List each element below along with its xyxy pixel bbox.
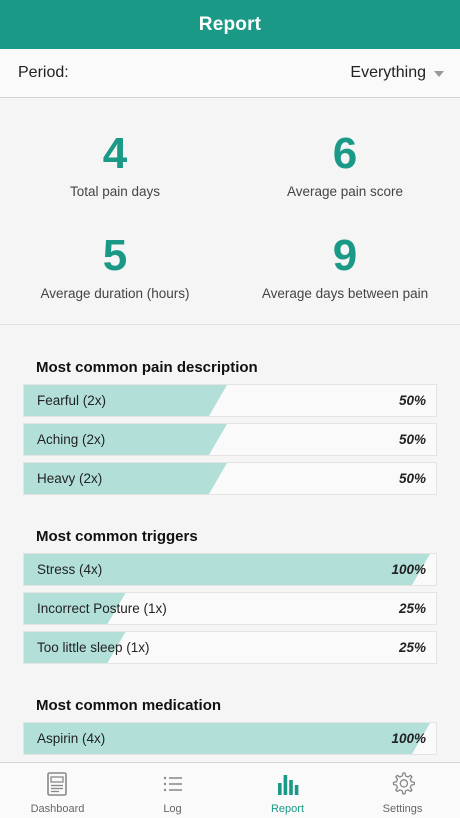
- stat-value: 6: [332, 129, 358, 178]
- stat-caption: Total pain days: [69, 184, 161, 199]
- stat-average-days-between: 9 Average days between pain: [230, 231, 460, 302]
- nav-item-dashboard[interactable]: Dashboard: [0, 763, 115, 818]
- section-title-medication: Most common medication: [36, 697, 222, 714]
- dashboard-icon: [46, 772, 67, 796]
- bar-label: Stress (4x): [37, 562, 103, 577]
- section-title-pain-description: Most common pain description: [36, 359, 258, 376]
- bar-chart-icon: [277, 775, 298, 795]
- stat-caption: Average pain score: [286, 184, 404, 199]
- period-dropdown[interactable]: Everything: [350, 64, 444, 82]
- period-label: Period:: [18, 64, 69, 81]
- stat-value: 4: [102, 129, 128, 178]
- bar-row-trigger[interactable]: Stress (4x) 100%: [23, 553, 437, 586]
- stat-total-pain-days: 4 Total pain days: [0, 129, 230, 200]
- nav-item-settings[interactable]: Settings: [345, 763, 460, 818]
- bar-label: Too little sleep (1x): [37, 640, 150, 655]
- bar-percent: 50%: [398, 393, 426, 408]
- nav-label: Settings: [382, 803, 423, 815]
- bar-label: Fearful (2x): [37, 393, 107, 408]
- dropdown-caret-icon: [434, 71, 444, 77]
- bar-percent: 50%: [398, 471, 426, 486]
- bar-label: Aspirin (4x): [37, 731, 106, 746]
- summary-stats: 4 Total pain days 6 Average pain score 5…: [0, 98, 460, 325]
- bar-label: Aching (2x): [37, 432, 106, 447]
- bar-label: Heavy (2x): [37, 471, 103, 486]
- stat-value: 5: [102, 231, 128, 280]
- period-value: Everything: [350, 64, 426, 81]
- nav-item-report[interactable]: Report: [230, 763, 345, 818]
- nav-label: Dashboard: [30, 803, 85, 815]
- page-title: Report: [198, 13, 262, 35]
- bar-row-pain-description[interactable]: Aching (2x) 50%: [23, 423, 437, 456]
- gear-icon: [392, 772, 415, 795]
- stat-average-duration: 5 Average duration (hours): [0, 231, 230, 302]
- stat-average-pain-score: 6 Average pain score: [230, 129, 460, 200]
- stat-caption: Average duration (hours): [40, 286, 190, 301]
- bar-percent: 100%: [391, 562, 426, 577]
- bar-percent: 50%: [398, 432, 426, 447]
- bar-row-medication[interactable]: Aspirin (4x) 100%: [23, 722, 437, 755]
- section-title-triggers: Most common triggers: [36, 528, 198, 545]
- nav-label: Log: [163, 803, 182, 815]
- stat-value: 9: [332, 231, 358, 280]
- bar-row-trigger[interactable]: Incorrect Posture (1x) 25%: [23, 592, 437, 625]
- bar-row-pain-description[interactable]: Heavy (2x) 50%: [23, 462, 437, 495]
- nav-item-log[interactable]: Log: [115, 763, 230, 818]
- nav-label: Report: [270, 803, 305, 815]
- bar-percent: 25%: [398, 640, 426, 655]
- bar-label: Incorrect Posture (1x): [37, 601, 167, 616]
- app-header: Report: [0, 0, 460, 49]
- bar-percent: 100%: [391, 731, 426, 746]
- stat-caption: Average days between pain: [261, 286, 429, 301]
- bar-percent: 25%: [398, 601, 426, 616]
- bottom-navigation: Dashboard Log Report Settings: [0, 762, 460, 818]
- bar-row-pain-description[interactable]: Fearful (2x) 50%: [23, 384, 437, 417]
- bar-row-trigger[interactable]: Too little sleep (1x) 25%: [23, 631, 437, 664]
- period-selector-row: Period: Everything: [0, 49, 460, 98]
- list-icon: [163, 776, 182, 792]
